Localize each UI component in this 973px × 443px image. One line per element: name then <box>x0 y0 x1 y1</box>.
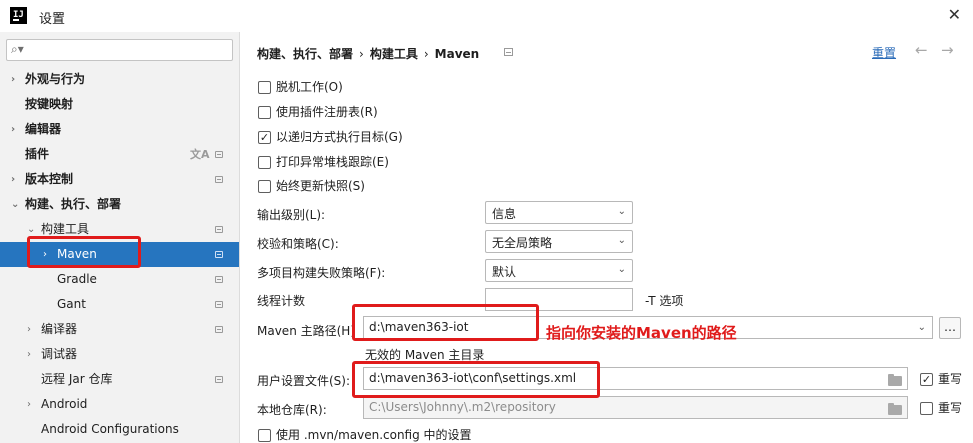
title-bar: IJ 设置 ✕ <box>0 0 973 32</box>
chevron-down-icon: ⌄ <box>11 199 20 210</box>
translate-icon: 文A <box>190 148 210 161</box>
sidebar-item-debugger[interactable]: › 调试器 <box>0 342 239 367</box>
sidebar-item-compiler[interactable]: › 编译器 <box>0 317 239 342</box>
maven-home-invalid-hint: 无效的 Maven 主目录 <box>365 348 485 362</box>
project-scope-icon <box>504 48 513 56</box>
chevron-right-icon: › <box>43 249 47 260</box>
browse-maven-home-button[interactable]: … <box>939 317 961 339</box>
chevron-down-icon: ⌄ <box>917 322 926 333</box>
sidebar-item-gant[interactable]: Gant <box>0 292 239 317</box>
local-repository-input[interactable]: C:\Users\Johnny\.m2\repository <box>363 396 908 419</box>
sidebar-item-gradle[interactable]: Gradle <box>0 267 239 292</box>
chevron-right-icon: › <box>11 174 16 185</box>
local-repository-label: 本地仓库(R): <box>257 403 327 417</box>
close-icon[interactable]: ✕ <box>948 5 961 24</box>
user-settings-override-checkbox[interactable]: ✓ <box>920 373 933 386</box>
project-scope-icon <box>215 301 223 308</box>
thread-count-input[interactable] <box>485 288 633 311</box>
sidebar-item-remote-jar-repos[interactable]: 远程 Jar 仓库 <box>0 367 239 392</box>
settings-sidebar: ⌕▾ › 外观与行为 按键映射 › 编辑器 插件 文A › 版本控制 ⌄ 构建、… <box>0 32 240 443</box>
output-level-label: 输出级别(L): <box>257 208 326 222</box>
project-scope-icon <box>215 251 223 258</box>
chevron-right-icon: › <box>11 124 16 135</box>
output-level-select[interactable]: 信息 ⌄ <box>485 201 633 224</box>
chevron-right-icon: › <box>27 324 31 335</box>
checksum-policy-select[interactable]: 无全局策略 ⌄ <box>485 230 633 253</box>
breadcrumb: 构建、执行、部署 › 构建工具 › Maven <box>257 47 480 61</box>
window-title: 设置 <box>39 12 66 27</box>
sidebar-item-android[interactable]: › Android <box>0 392 239 417</box>
chevron-right-icon: › <box>27 349 31 360</box>
chevron-down-icon: ⌄ <box>27 224 36 235</box>
forward-arrow-icon[interactable]: → <box>941 41 954 59</box>
folder-icon[interactable] <box>888 403 902 415</box>
project-scope-icon <box>215 176 223 183</box>
use-mvn-config-checkbox[interactable] <box>258 429 271 442</box>
chevron-down-icon: ⌄ <box>617 235 626 246</box>
search-input[interactable] <box>29 42 229 58</box>
maven-home-label: Maven 主路径(H) <box>257 324 355 338</box>
thread-count-label: 线程计数 <box>257 294 306 308</box>
chevron-right-icon: › <box>11 74 16 85</box>
search-icon: ⌕▾ <box>11 42 24 56</box>
checksum-policy-label: 校验和策略(C): <box>257 237 339 251</box>
work-offline-checkbox[interactable] <box>258 81 271 94</box>
multiproject-fail-policy-label: 多项目构建失败策略(F): <box>257 266 386 280</box>
project-scope-icon <box>215 226 223 233</box>
sidebar-item-plugins[interactable]: 插件 文A <box>0 142 239 167</box>
user-settings-file-label: 用户设置文件(S): <box>257 374 351 388</box>
maven-settings-panel: 构建、执行、部署 › 构建工具 › Maven 重置 ← → 脱机工作(O) 使用插件注… <box>241 32 973 443</box>
sidebar-item-build-execution-deployment[interactable]: ⌄ 构建、执行、部署 <box>0 192 239 217</box>
project-scope-icon <box>215 276 223 283</box>
sidebar-item-appearance[interactable]: › 外观与行为 <box>0 67 239 92</box>
always-update-snapshots-checkbox[interactable] <box>258 180 271 193</box>
local-repository-override-checkbox[interactable] <box>920 402 933 415</box>
chevron-down-icon: ⌄ <box>617 264 626 275</box>
sidebar-item-editor[interactable]: › 编辑器 <box>0 117 239 142</box>
chevron-right-icon: › <box>27 399 31 410</box>
sidebar-item-maven[interactable]: › Maven <box>0 242 239 267</box>
use-plugin-registry-checkbox[interactable] <box>258 106 271 119</box>
project-scope-icon <box>215 326 223 333</box>
thread-count-hint: -T 选项 <box>645 294 684 308</box>
print-exception-stack-traces-checkbox[interactable] <box>258 156 271 169</box>
back-arrow-icon[interactable]: ← <box>915 41 928 59</box>
settings-search[interactable]: ⌕▾ <box>6 39 233 61</box>
intellij-logo-icon: IJ <box>10 7 27 24</box>
sidebar-item-android-configurations[interactable]: Android Configurations <box>0 417 239 442</box>
folder-icon[interactable] <box>888 374 902 386</box>
project-scope-icon <box>215 376 223 383</box>
sidebar-item-build-tools[interactable]: ⌄ 构建工具 <box>0 217 239 242</box>
execute-goals-recursively-checkbox[interactable]: ✓ <box>258 131 271 144</box>
maven-path-annotation: 指向你安装的Maven的路径 <box>546 324 737 342</box>
sidebar-item-keymap[interactable]: 按键映射 <box>0 92 239 117</box>
user-settings-file-input[interactable]: d:\maven363-iot\conf\settings.xml <box>363 367 908 390</box>
chevron-down-icon: ⌄ <box>617 206 626 217</box>
project-scope-icon <box>215 151 223 158</box>
sidebar-item-vcs[interactable]: › 版本控制 <box>0 167 239 192</box>
reset-link[interactable]: 重置 <box>872 44 896 61</box>
multiproject-fail-policy-select[interactable]: 默认 ⌄ <box>485 259 633 282</box>
